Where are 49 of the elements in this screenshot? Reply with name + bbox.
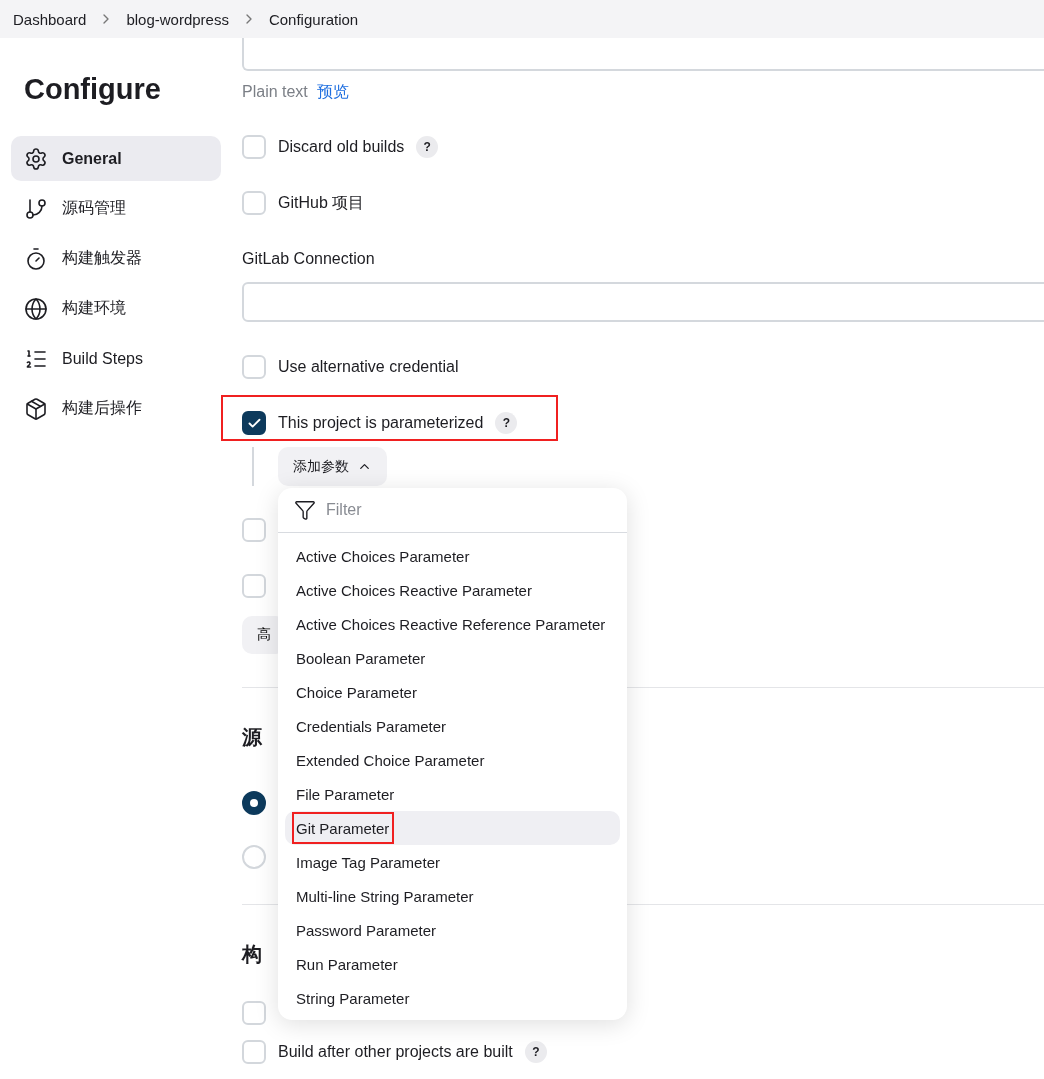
- sidebar-item[interactable]: General: [11, 136, 221, 181]
- globe-icon: [24, 296, 48, 321]
- checkbox-label: GitHub 项目: [278, 192, 365, 213]
- breadcrumb-link[interactable]: blog-wordpress: [126, 10, 229, 28]
- menu-item[interactable]: Run Parameter: [285, 947, 620, 981]
- menu-item[interactable]: Credentials Parameter: [285, 709, 620, 743]
- add-parameter-button[interactable]: 添加参数: [278, 447, 387, 486]
- menu-item[interactable]: Git Parameter: [285, 811, 620, 845]
- preview-link[interactable]: 预览: [316, 81, 349, 103]
- page-title: Configure: [24, 74, 162, 104]
- menu-item[interactable]: Active Choices Reactive Reference Parameter: [285, 607, 620, 641]
- connection-field[interactable]: [242, 282, 1044, 322]
- checkbox-label: This project is parameterized: [278, 414, 484, 432]
- radio-button[interactable]: [242, 791, 266, 815]
- sidebar-item[interactable]: Build Steps: [11, 336, 221, 381]
- checkbox-label: Discard old builds: [278, 138, 405, 156]
- menu-item[interactable]: Multi-line String Parameter: [285, 879, 620, 913]
- checkbox[interactable]: [242, 411, 266, 435]
- field-label: GitLab Connection: [242, 249, 376, 269]
- branch-icon: [24, 196, 48, 221]
- menu-item[interactable]: Extended Choice Parameter: [285, 743, 620, 777]
- menu-item[interactable]: Active Choices Parameter: [285, 539, 620, 573]
- menu-item[interactable]: String Parameter: [285, 981, 620, 1015]
- checkbox-label: Build after other projects are built: [278, 1043, 513, 1061]
- menu-item[interactable]: Boolean Parameter: [285, 641, 620, 675]
- package-icon: [24, 396, 48, 421]
- timer-icon: [24, 246, 48, 271]
- sidebar-item[interactable]: 构建触发器: [11, 236, 221, 281]
- help-badge[interactable]: ?: [495, 412, 518, 434]
- menu-item[interactable]: Active Choices Reactive Parameter: [285, 573, 620, 607]
- section-heading: 构: [242, 942, 262, 967]
- menu-item[interactable]: Password Parameter: [285, 913, 620, 947]
- filter-field[interactable]: Filter: [324, 500, 528, 520]
- sidebar-item[interactable]: 构建后操作: [11, 386, 221, 431]
- description-field[interactable]: [242, 38, 1044, 71]
- filter-icon: [294, 499, 316, 521]
- section-heading: 源: [242, 725, 262, 750]
- sidebar-item[interactable]: 源码管理: [11, 186, 221, 231]
- help-badge[interactable]: ?: [416, 136, 439, 158]
- menu-item[interactable]: Image Tag Parameter: [285, 845, 620, 879]
- sidebar-item[interactable]: 构建环境: [11, 286, 221, 331]
- format-label: Plain text: [242, 83, 308, 101]
- help-badge[interactable]: ?: [524, 1041, 547, 1063]
- checkbox-label: Use alternative credential: [278, 358, 459, 376]
- breadcrumb-link[interactable]: Configuration: [268, 10, 359, 28]
- menu-item[interactable]: File Parameter: [285, 777, 620, 811]
- settings-icon: [24, 146, 48, 171]
- menu-item[interactable]: Choice Parameter: [285, 675, 620, 709]
- breadcrumb-link[interactable]: Dashboard: [13, 10, 87, 28]
